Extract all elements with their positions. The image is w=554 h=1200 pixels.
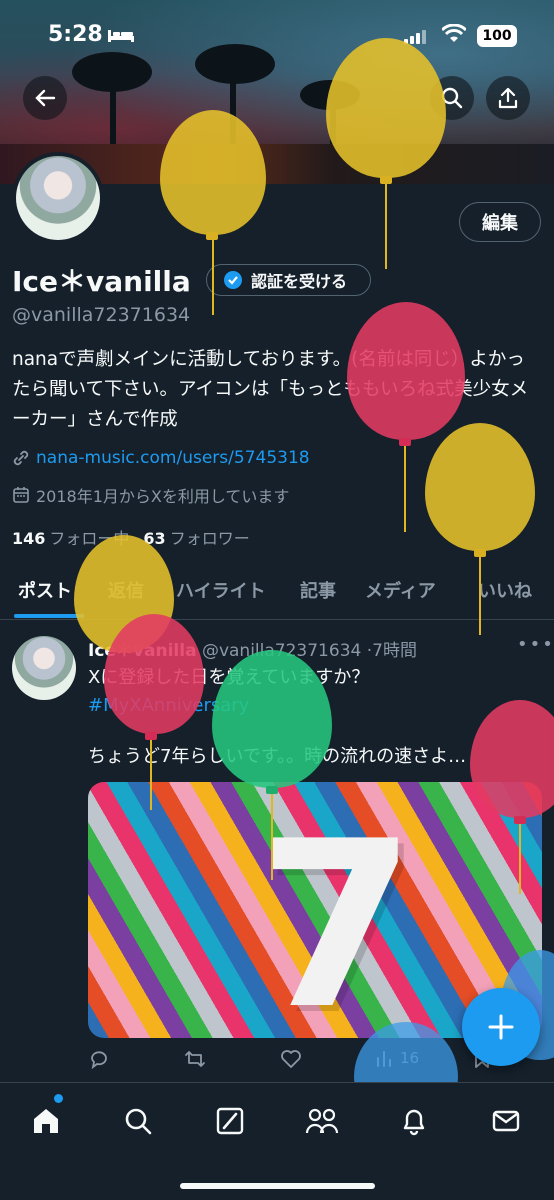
compose-icon bbox=[488, 1014, 514, 1040]
like-button[interactable] bbox=[280, 1048, 302, 1070]
profile-link-text[interactable]: nana-music.com/users/5745318 bbox=[36, 448, 310, 468]
post-line1: Xに登録した日を覚えていますか？ bbox=[88, 667, 370, 688]
post-line2: ちょうど7年らしいです。。時の流れの速さよ… bbox=[88, 746, 467, 767]
tab-articles[interactable]: 記事 bbox=[300, 560, 336, 620]
post-handle: @vanilla72371634 bbox=[201, 641, 362, 661]
status-time: 5:28 bbox=[48, 22, 103, 47]
wifi-icon bbox=[442, 24, 466, 42]
calendar-icon bbox=[13, 487, 29, 503]
profile-tabs: ポスト 返信 ハイライト 記事 メディア いいね bbox=[0, 560, 554, 620]
views-icon bbox=[377, 1051, 391, 1067]
grok-icon bbox=[216, 1107, 244, 1135]
cellular-signal-icon bbox=[404, 28, 430, 44]
reply-icon bbox=[91, 1051, 107, 1070]
profile-joined-text: 2018年1月からXを利用しています bbox=[36, 487, 290, 506]
profile-joined: 2018年1月からXを利用しています bbox=[12, 483, 289, 507]
nav-communities[interactable] bbox=[302, 1101, 342, 1141]
nav-home[interactable] bbox=[26, 1101, 66, 1141]
battery-indicator: 100 bbox=[477, 25, 517, 47]
profile-link[interactable]: nana-music.com/users/5745318 bbox=[12, 448, 310, 468]
following-count: 146 bbox=[12, 529, 46, 548]
retweet-icon bbox=[185, 1051, 205, 1067]
followers-count: 63 bbox=[143, 529, 166, 548]
compose-button[interactable] bbox=[462, 988, 540, 1066]
like-icon bbox=[281, 1050, 301, 1068]
more-icon[interactable]: ••• bbox=[517, 634, 554, 655]
back-icon bbox=[35, 89, 56, 107]
nav-messages[interactable] bbox=[486, 1101, 526, 1141]
explore-icon bbox=[125, 1108, 152, 1135]
get-verified-label: 認証を受ける bbox=[251, 272, 348, 291]
tab-replies[interactable]: 返信 bbox=[108, 560, 144, 620]
messages-icon bbox=[492, 1110, 520, 1132]
share-button[interactable] bbox=[486, 76, 530, 120]
views-button[interactable]: 16 bbox=[374, 1048, 419, 1068]
following-link[interactable]: 146 フォロー中 bbox=[12, 525, 129, 549]
back-button[interactable] bbox=[23, 76, 67, 120]
post-time: ·7時間 bbox=[366, 641, 417, 661]
sleep-focus-icon bbox=[108, 30, 134, 42]
nav-grok[interactable] bbox=[210, 1101, 250, 1141]
search-button[interactable] bbox=[430, 76, 474, 120]
views-count: 16 bbox=[400, 1049, 420, 1067]
post-hashtag[interactable]: #MyXAnniversary bbox=[88, 692, 538, 720]
nav-notifications[interactable] bbox=[394, 1101, 434, 1141]
nav-explore[interactable] bbox=[118, 1101, 158, 1141]
follow-stats: 146 フォロー中 63 フォロワー bbox=[12, 525, 250, 549]
tab-posts[interactable]: ポスト bbox=[18, 560, 72, 620]
tab-media[interactable]: メディア bbox=[365, 560, 436, 620]
tab-highlights[interactable]: ハイライト bbox=[176, 560, 266, 620]
post-text: Xに登録した日を覚えていますか？ #MyXAnniversary bbox=[88, 664, 538, 720]
profile-handle: @vanilla72371634 bbox=[12, 304, 191, 326]
edit-profile-button[interactable]: 編集 bbox=[459, 202, 541, 242]
tab-likes[interactable]: いいね bbox=[478, 560, 532, 620]
followers-link[interactable]: 63 フォロワー bbox=[143, 525, 249, 549]
home-indicator[interactable] bbox=[180, 1183, 375, 1189]
repost-button[interactable] bbox=[184, 1048, 206, 1070]
anniversary-number: 7 bbox=[256, 793, 417, 1039]
post-avatar[interactable] bbox=[12, 636, 76, 700]
verified-icon bbox=[224, 271, 242, 289]
search-icon bbox=[441, 87, 463, 109]
post-header: Ice＊vanilla @vanilla72371634 ·7時間 bbox=[88, 636, 417, 661]
tab-indicator bbox=[14, 614, 84, 618]
notifications-icon bbox=[403, 1109, 425, 1136]
home-icon bbox=[34, 1109, 58, 1133]
link-icon bbox=[13, 450, 29, 466]
reply-button[interactable] bbox=[88, 1048, 110, 1070]
profile-name: Ice＊vanilla bbox=[12, 265, 191, 298]
profile-avatar[interactable] bbox=[12, 152, 104, 244]
profile-bio: nanaで声劇メインに活動しております。(名前は同じ）よかったら聞いて下さい。ア… bbox=[12, 349, 529, 430]
communities-icon bbox=[305, 1108, 339, 1134]
post-author[interactable]: Ice＊vanilla bbox=[88, 641, 197, 661]
following-label: フォロー中 bbox=[49, 529, 130, 548]
share-icon bbox=[498, 87, 518, 109]
home-notification-dot bbox=[54, 1094, 63, 1103]
followers-label: フォロワー bbox=[169, 529, 250, 548]
get-verified-button[interactable]: 認証を受ける bbox=[206, 264, 371, 296]
